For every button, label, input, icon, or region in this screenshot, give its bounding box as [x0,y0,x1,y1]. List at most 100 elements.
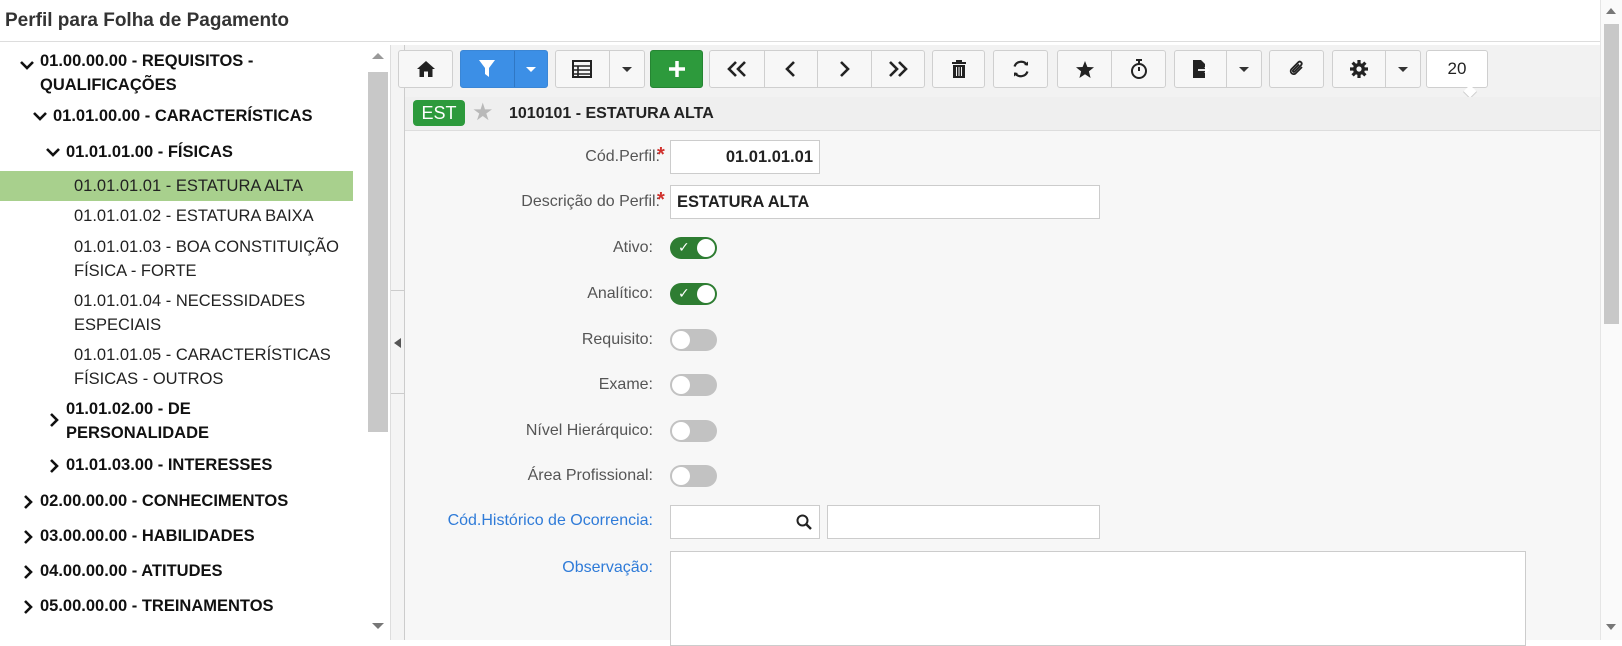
tree-node[interactable]: 04.00.00.00 - ATITUDES [0,559,340,583]
first-button[interactable] [710,51,764,87]
exame-label: Exame: [598,376,653,393]
add-button[interactable] [650,50,703,88]
scroll-up-icon[interactable] [1606,8,1616,14]
tree-node[interactable]: 01.00.00.00 - REQUISITOS - QUALIFICAÇÕES [0,49,340,97]
settings-button[interactable] [1332,50,1421,88]
cod-historico-description [827,505,1100,539]
nivel-hierarquico-toggle[interactable] [670,420,717,442]
observacao-textarea[interactable] [670,551,1526,646]
tree-node-label: 04.00.00.00 - ATITUDES [40,562,223,580]
page-scrollbar[interactable] [1600,0,1622,640]
home-icon [416,60,436,78]
tree-node-label: 02.00.00.00 - CONHECIMENTOS [40,492,289,510]
grid-button[interactable] [555,50,645,88]
tree-node-label: 01.00.00.00 - REQUISITOS - QUALIFICAÇÕES [40,52,254,94]
caret-down-icon [1238,66,1249,72]
caret-down-icon [525,66,536,72]
tree-node-selected[interactable]: 01.01.01.01 - ESTATURA ALTA [0,171,353,201]
filter-button[interactable] [460,50,548,88]
gear-icon[interactable] [1333,51,1385,87]
tree-panel: 01.00.00.00 - REQUISITOS - QUALIFICAÇÕES… [0,45,366,640]
tree-node[interactable]: 05.00.00.00 - TREINAMENTOS [0,594,340,618]
export-button[interactable] [1174,50,1262,88]
title-bar: Perfil para Folha de Pagamento [0,0,1600,42]
navigation-group [709,50,925,88]
record-title: 1010101 - ESTATURA ALTA [509,105,714,122]
delete-button[interactable] [932,50,985,88]
favorite-button[interactable] [1058,51,1111,87]
descricao-field[interactable]: ESTATURA ALTA [670,185,1100,219]
tree-node-label: 01.01.01.05 - CARACTERÍSTICAS FÍSICAS - … [74,346,331,388]
last-button[interactable] [870,51,925,87]
tree-node-label: 01.01.01.03 - BOA CONSTITUIÇÃO FÍSICA - … [74,238,340,280]
scroll-down-icon[interactable] [372,623,384,629]
tree-node[interactable]: 01.01.01.03 - BOA CONSTITUIÇÃO FÍSICA - … [0,235,345,283]
last-icon [887,60,909,78]
page-size-selector[interactable]: 20 [1426,50,1488,100]
chevron-right-icon[interactable] [48,413,60,427]
observacao-label: Observação: [562,559,653,576]
scroll-down-icon[interactable] [1606,624,1616,630]
attach-button[interactable] [1269,50,1324,88]
tree-node[interactable]: 01.01.01.05 - CARACTERÍSTICAS FÍSICAS - … [0,343,345,391]
tree-node-label: 01.01.01.04 - NECESSIDADES ESPECIAIS [74,292,306,334]
first-icon [726,60,748,78]
chevron-down-icon[interactable] [20,59,34,71]
tree-node-label: 01.01.01.01 - ESTATURA ALTA [74,177,303,195]
ativo-toggle[interactable]: ✓ [670,237,717,259]
filter-dropdown[interactable] [513,51,547,87]
home-button[interactable] [398,50,453,88]
next-button[interactable] [817,51,871,87]
nivel-hierarquico-label: Nível Hierárquico: [525,422,653,439]
tree-node-label: 03.00.00.00 - HABILIDADES [40,527,255,545]
cod-historico-label[interactable]: Cód.Histórico de Ocorrencia: [393,512,653,530]
refresh-icon [1011,59,1031,79]
scroll-thumb[interactable] [368,72,388,432]
search-icon[interactable] [796,514,812,530]
prev-button[interactable] [763,51,818,87]
scroll-thumb[interactable] [1604,24,1619,324]
chevron-right-icon[interactable] [22,565,34,579]
required-marker: * [657,144,665,166]
analitico-toggle[interactable]: ✓ [670,283,717,305]
settings-dropdown[interactable] [1384,51,1420,87]
chevron-right-icon[interactable] [22,530,34,544]
page-size-value: 20 [1447,59,1467,78]
export-dropdown[interactable] [1225,51,1261,87]
cod-perfil-label: Cód.Perfil: [585,148,660,165]
tree-node[interactable]: 01.01.01.00 - FÍSICAS [0,140,340,164]
favorites-group [1057,50,1166,88]
tree-scrollbar[interactable] [366,45,388,640]
prev-icon [784,60,798,78]
tree-node[interactable]: 02.00.00.00 - CONHECIMENTOS [0,489,340,513]
required-marker: * [657,189,665,211]
scroll-up-icon[interactable] [372,53,384,59]
tree-node[interactable]: 01.01.00.00 - CARACTERÍSTICAS [0,104,340,128]
chevron-right-icon[interactable] [22,495,34,509]
requisito-toggle[interactable] [670,329,717,351]
exame-toggle[interactable] [670,374,717,396]
grid-icon[interactable] [556,51,609,87]
chevron-down-icon[interactable] [33,110,47,122]
chevron-right-icon[interactable] [22,600,34,614]
chevron-down-icon[interactable] [46,146,60,158]
favorite-star-icon[interactable]: ★ [472,100,494,126]
timer-button[interactable] [1111,51,1165,87]
tree-node[interactable]: 01.01.03.00 - INTERESSES [0,453,340,477]
paperclip-icon [1287,59,1307,79]
cod-perfil-field[interactable]: 01.01.01.01 [670,140,820,174]
area-profissional-toggle[interactable] [670,465,717,487]
tree-node[interactable]: 01.01.02.00 - DE PERSONALIDADE [0,397,340,445]
descricao-label: Descrição do Perfil: [521,193,660,210]
tree-node[interactable]: 01.01.01.02 - ESTATURA BAIXA [0,204,340,228]
tree-node[interactable]: 03.00.00.00 - HABILIDADES [0,524,340,548]
chevron-right-icon[interactable] [48,459,60,473]
refresh-button[interactable] [993,50,1048,88]
tree-node-label: 01.01.03.00 - INTERESSES [66,456,273,474]
tree-node-label: 01.01.02.00 - DE PERSONALIDADE [66,400,210,442]
filter-icon[interactable] [461,51,514,87]
plus-icon [667,59,687,79]
export-icon[interactable] [1175,51,1226,87]
tree-node[interactable]: 01.01.01.04 - NECESSIDADES ESPECIAIS [0,289,340,337]
grid-dropdown[interactable] [608,51,644,87]
